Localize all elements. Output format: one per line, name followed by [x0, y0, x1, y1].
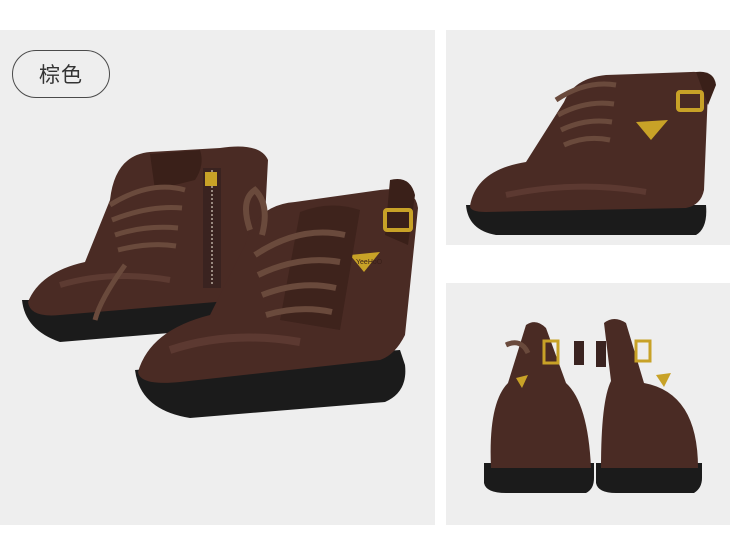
- product-photo-main: 棕色 YeeHoO: [0, 30, 435, 525]
- product-photo-back: [446, 283, 730, 525]
- boot-side-image: [466, 71, 716, 235]
- boot-back-image: [484, 319, 702, 493]
- brand-badge-text: YeeHoO: [356, 259, 383, 266]
- boot-pair-image: YeeHoO: [22, 146, 418, 418]
- product-photo-side: [446, 30, 730, 245]
